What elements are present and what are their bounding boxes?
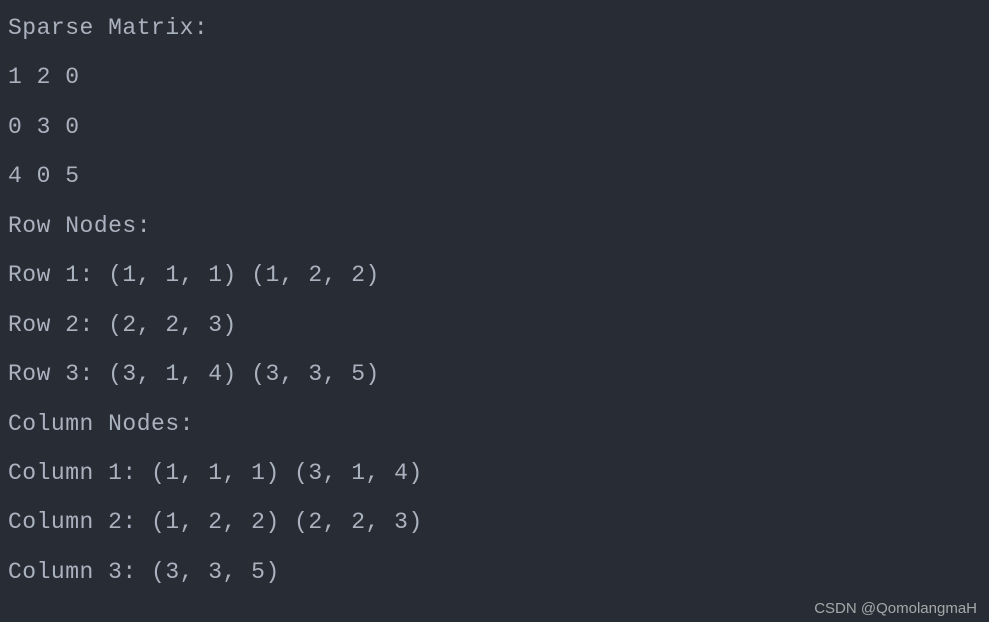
- watermark-text: CSDN @QomolangmaH: [814, 601, 977, 616]
- output-line: Column Nodes:: [8, 400, 981, 449]
- output-line: Column 1: (1, 1, 1) (3, 1, 4): [8, 449, 981, 498]
- output-line: Row Nodes:: [8, 202, 981, 251]
- output-line: 4 0 5: [8, 152, 981, 201]
- terminal-output: Sparse Matrix: 1 2 0 0 3 0 4 0 5 Row Nod…: [8, 4, 981, 597]
- output-line: Row 2: (2, 2, 3): [8, 301, 981, 350]
- output-line: Row 1: (1, 1, 1) (1, 2, 2): [8, 251, 981, 300]
- output-line: 0 3 0: [8, 103, 981, 152]
- output-line: Sparse Matrix:: [8, 4, 981, 53]
- output-line: Column 3: (3, 3, 5): [8, 548, 981, 597]
- output-line: Row 3: (3, 1, 4) (3, 3, 5): [8, 350, 981, 399]
- output-line: 1 2 0: [8, 53, 981, 102]
- output-line: Column 2: (1, 2, 2) (2, 2, 3): [8, 498, 981, 547]
